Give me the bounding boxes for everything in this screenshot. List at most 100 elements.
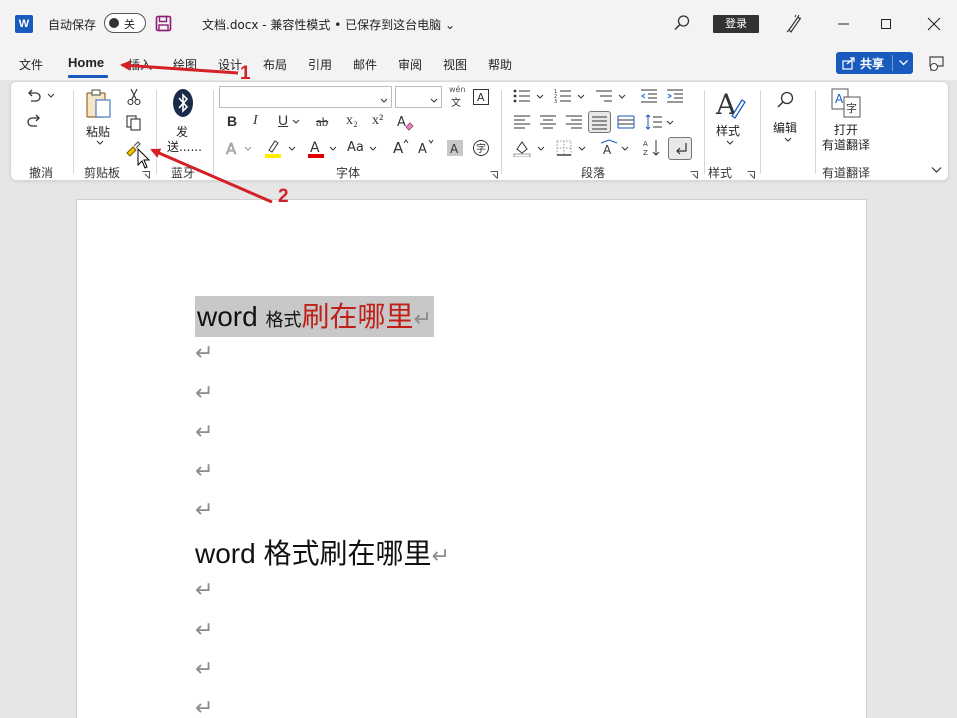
subscript-button[interactable]: x₂ — [346, 113, 358, 129]
show-hide-marks-icon[interactable] — [668, 137, 692, 160]
align-left-icon[interactable] — [513, 114, 531, 130]
change-case-button[interactable]: Aa — [347, 140, 364, 155]
bluetooth-icon[interactable] — [172, 88, 194, 118]
clear-formatting-icon[interactable]: A — [396, 113, 414, 131]
tab-draw[interactable]: 绘图 — [173, 56, 197, 73]
tab-references[interactable]: 引用 — [308, 56, 332, 73]
chevron-down-icon[interactable] — [621, 146, 629, 152]
italic-button[interactable]: I — [253, 113, 258, 129]
chevron-down-icon[interactable] — [577, 94, 585, 100]
align-right-icon[interactable] — [565, 114, 583, 130]
login-button[interactable]: 登录 — [713, 15, 759, 33]
svg-text:字: 字 — [476, 142, 486, 155]
tab-home[interactable]: Home — [68, 55, 104, 70]
search-icon[interactable] — [673, 14, 691, 32]
justify-icon[interactable] — [588, 111, 611, 133]
chevron-down-icon[interactable] — [898, 57, 909, 68]
text-run: word — [197, 301, 266, 332]
tab-file[interactable]: 文件 — [19, 56, 43, 73]
align-center-icon[interactable] — [539, 114, 557, 130]
distributed-icon[interactable] — [617, 114, 635, 130]
find-icon[interactable] — [776, 90, 796, 110]
font-name-dropdown[interactable] — [219, 86, 392, 108]
styles-group-label: 样式 — [708, 166, 733, 180]
styles-icon[interactable]: A — [714, 88, 746, 120]
share-button[interactable]: 共享 — [836, 52, 913, 74]
cut-icon[interactable] — [126, 88, 142, 106]
chevron-down-icon[interactable] — [536, 94, 544, 100]
paste-label[interactable]: 粘贴 — [86, 123, 110, 140]
increase-indent-icon[interactable] — [666, 88, 684, 104]
shading-icon[interactable] — [513, 139, 531, 157]
chevron-down-icon[interactable] — [288, 146, 296, 152]
numbering-icon[interactable]: 123 — [554, 88, 572, 104]
chevron-down-icon[interactable] — [244, 146, 252, 152]
selected-paragraph[interactable]: word 格式刷在哪里↵ — [195, 296, 434, 337]
chevron-down-icon[interactable] — [96, 140, 104, 146]
dialog-launcher-icon[interactable] — [690, 168, 698, 179]
tab-view[interactable]: 视图 — [443, 56, 467, 73]
tab-layout[interactable]: 布局 — [263, 56, 287, 73]
chevron-down-icon[interactable] — [578, 146, 586, 152]
chevron-down-icon[interactable] — [329, 146, 337, 152]
highlight-color-icon[interactable] — [264, 138, 282, 158]
pen-icon[interactable] — [783, 13, 803, 33]
close-button[interactable] — [924, 14, 944, 34]
underline-button[interactable]: U — [278, 112, 288, 128]
sort-icon[interactable]: AZ — [643, 138, 661, 158]
superscript-button[interactable]: x² — [372, 113, 383, 129]
editing-label[interactable]: 编辑 — [773, 119, 797, 136]
translate-icon[interactable]: A字 — [831, 88, 861, 118]
grow-font-icon[interactable]: A — [392, 138, 410, 156]
chevron-down-icon[interactable] — [618, 94, 626, 100]
bold-button[interactable]: B — [227, 113, 237, 129]
chevron-down-icon[interactable] — [537, 146, 545, 152]
send-label-2[interactable]: 送...... — [167, 138, 202, 155]
tab-design[interactable]: 设计 — [218, 56, 242, 73]
youdao-translate-label[interactable]: 有道翻译 — [822, 136, 870, 153]
font-size-dropdown[interactable] — [395, 86, 442, 108]
dialog-launcher-icon[interactable] — [490, 168, 498, 179]
enclose-characters-icon[interactable]: 字 — [472, 139, 490, 157]
text-effects-icon[interactable]: A — [224, 139, 242, 157]
tab-mailings[interactable]: 邮件 — [353, 56, 377, 73]
chevron-down-icon[interactable] — [784, 137, 792, 143]
chevron-down-icon[interactable] — [369, 146, 377, 152]
svg-text:A: A — [397, 115, 406, 130]
font-color-icon[interactable]: A — [307, 138, 325, 158]
maximize-button[interactable] — [876, 14, 896, 34]
paste-icon[interactable] — [84, 88, 114, 120]
redo-icon[interactable] — [25, 113, 43, 131]
shrink-font-icon[interactable]: A — [417, 138, 435, 156]
copy-icon[interactable] — [125, 114, 143, 132]
comments-icon[interactable] — [926, 54, 946, 74]
character-border-icon[interactable]: A — [472, 88, 490, 106]
chevron-down-icon[interactable] — [292, 119, 300, 125]
collapse-ribbon-icon[interactable] — [931, 166, 942, 174]
autosave-toggle[interactable]: 关 — [104, 13, 146, 33]
undo-icon[interactable] — [25, 88, 43, 106]
document-page[interactable]: word 格式刷在哪里↵ ↵ ↵ ↵ ↵ ↵ word 格式刷在哪里↵ ↵ ↵ … — [76, 199, 867, 718]
line-spacing-icon[interactable] — [645, 114, 663, 130]
styles-label[interactable]: 样式 — [716, 122, 740, 139]
tab-review[interactable]: 审阅 — [398, 56, 422, 73]
tab-insert[interactable]: 插入 — [128, 56, 152, 73]
save-icon[interactable] — [155, 15, 172, 32]
dialog-launcher-icon[interactable] — [747, 168, 755, 179]
decrease-indent-icon[interactable] — [640, 88, 658, 104]
strikethrough-button[interactable]: ab — [316, 114, 328, 130]
minimize-button[interactable] — [834, 14, 854, 34]
character-shading-icon[interactable]: A — [446, 139, 464, 157]
document-title[interactable]: 文档.docx - 兼容性模式 • 已保存到这台电脑 ⌄ — [202, 16, 455, 33]
asian-layout-icon[interactable]: A — [599, 139, 619, 157]
paragraph[interactable]: word 格式刷在哪里↵ — [195, 537, 450, 576]
chevron-down-icon[interactable] — [666, 120, 674, 126]
bullets-icon[interactable] — [513, 88, 531, 104]
multilevel-list-icon[interactable] — [595, 88, 613, 104]
phonetic-guide-button[interactable]: 文 — [451, 94, 461, 109]
ribbon-tabs: 文件 Home 插入 绘图 设计 布局 引用 邮件 审阅 视图 帮助 共享 — [0, 48, 957, 80]
tab-help[interactable]: 帮助 — [488, 56, 512, 73]
chevron-down-icon[interactable] — [47, 93, 55, 99]
chevron-down-icon[interactable] — [726, 140, 734, 146]
borders-icon[interactable] — [555, 139, 573, 157]
